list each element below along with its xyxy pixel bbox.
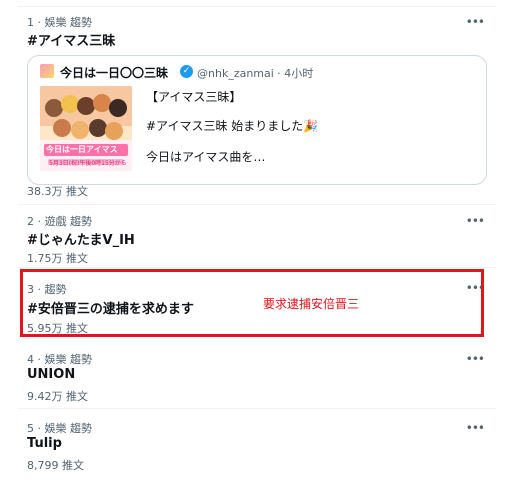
tweet-text-line: 今日はアイマス曲を… — [146, 150, 266, 164]
tweet-author-handle: @nhk_zanmai · 4小时 — [197, 67, 314, 80]
more-icon[interactable]: ••• — [466, 15, 485, 29]
trend-item-1[interactable]: 1 · 娛樂 趨勢 #アイマス三昧 ••• 今日は一日〇〇三昧 ✓ @nhk_z… — [18, 7, 496, 205]
tweet-image[interactable]: 今日は一日アイマス 5月3日(祝)午後0時15分から — [40, 86, 132, 171]
tweet-text-line: #アイマス三昧 始まりました🎉 — [146, 119, 319, 133]
more-icon[interactable]: ••• — [466, 421, 485, 435]
trend-title[interactable]: Tulip — [27, 436, 62, 451]
trend-meta: 2 · 遊戲 趨勢 — [27, 215, 92, 228]
more-icon[interactable]: ••• — [466, 352, 485, 366]
more-icon[interactable]: ••• — [466, 214, 485, 228]
trends-list: 1 · 娛樂 趨勢 #アイマス三昧 ••• 今日は一日〇〇三昧 ✓ @nhk_z… — [18, 0, 496, 483]
trend-item-2[interactable]: 2 · 遊戲 趨勢 #じゃんたまV_IH 1.75万 推文 ••• — [18, 205, 496, 268]
trend-meta: 5 · 娛樂 趨勢 — [27, 422, 92, 435]
trend-title[interactable]: #アイマス三昧 — [27, 30, 115, 49]
thumb-subtitle: 5月3日(祝)午後0時15分から — [49, 160, 127, 167]
verified-icon: ✓ — [180, 65, 193, 78]
annotation-text: 要求逮捕安倍晋三 — [263, 297, 360, 311]
trend-count: 9.42万 推文 — [27, 390, 88, 403]
highlight-box — [20, 269, 484, 337]
tweet-text-line: 【アイマス三昧】 — [146, 90, 242, 104]
trend-item-4[interactable]: 4 · 娛樂 趨勢 UNION 9.42万 推文 ••• — [18, 341, 496, 409]
trend-item-5[interactable]: 5 · 娛樂 趨勢 Tulip 8,799 推文 ••• — [18, 409, 496, 481]
tweet-author-name[interactable]: 今日は一日〇〇三昧 — [60, 64, 168, 81]
tweet-card[interactable]: 今日は一日〇〇三昧 ✓ @nhk_zanmai · 4小时 今日は一日アイマス … — [27, 55, 487, 185]
avatar — [40, 64, 54, 78]
trend-meta: 1 · 娛樂 趨勢 — [27, 16, 92, 29]
trend-title[interactable]: #じゃんたまV_IH — [27, 229, 135, 248]
thumb-title: 今日は一日アイマス — [46, 145, 118, 154]
trend-meta: 4 · 娛樂 趨勢 — [27, 353, 92, 366]
trend-count: 8,799 推文 — [27, 459, 84, 472]
trend-title[interactable]: UNION — [27, 367, 75, 382]
trend-count: 38.3万 推文 — [27, 185, 88, 198]
trend-count: 1.75万 推文 — [27, 252, 88, 265]
